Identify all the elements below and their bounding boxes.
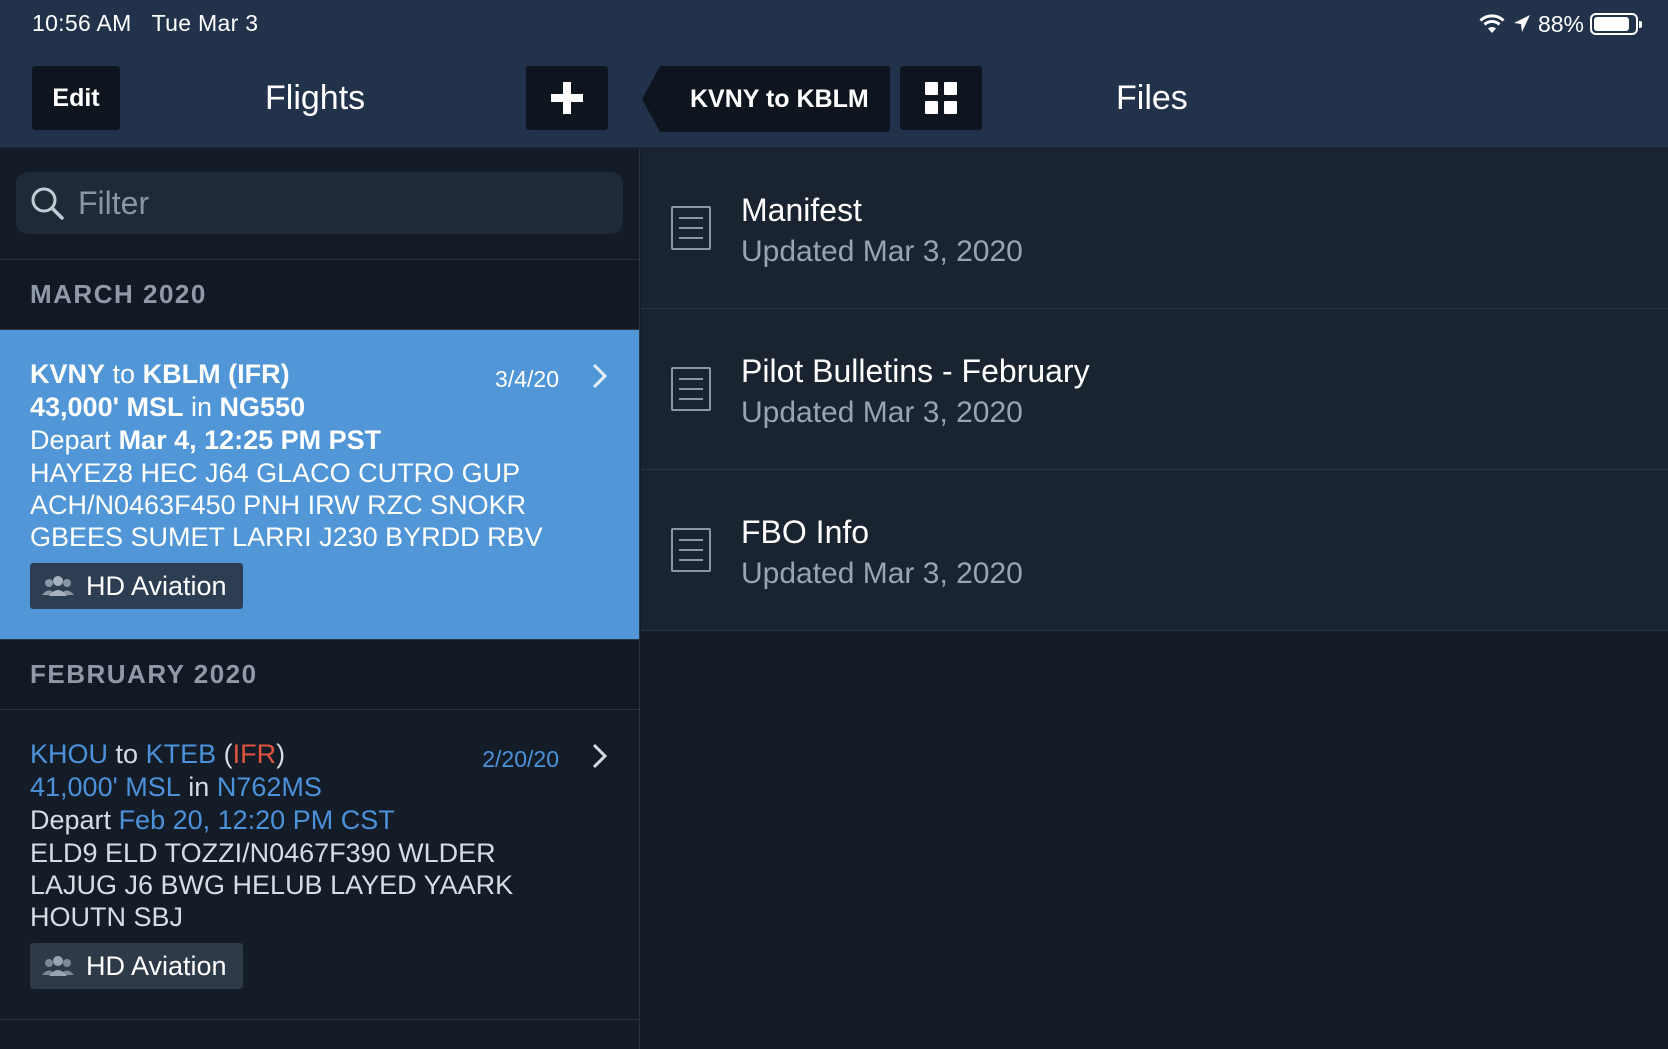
file-name: Pilot Bulletins - February — [741, 353, 1090, 389]
flight-row[interactable]: KVNY to KBLM (IFR) 3/4/20 43,000' MSL in… — [0, 330, 639, 640]
search-icon — [31, 187, 64, 220]
flight-altitude-aircraft: 41,000' MSL in N762MS — [30, 772, 322, 802]
file-updated: Updated Mar 3, 2020 — [741, 235, 1023, 268]
flight-route-string-line: ACH/N0463F450 PNH IRW RZC SNOKR — [30, 490, 527, 520]
back-to-flight-button[interactable]: KVNY to KBLM — [642, 66, 890, 132]
status-date: Tue Mar 3 — [151, 10, 259, 36]
filter-container — [0, 148, 639, 260]
document-icon — [671, 528, 711, 572]
flight-date: 3/4/20 — [495, 366, 559, 392]
file-name: FBO Info — [741, 514, 870, 550]
flight-route-string-line: LAJUG J6 BWG HELUB LAYED YAARK — [30, 870, 514, 900]
status-time: 10:56 AM — [32, 10, 132, 36]
plus-icon — [551, 82, 583, 114]
document-icon — [671, 206, 711, 250]
team-name: HD Aviation — [86, 570, 227, 601]
filter-input[interactable] — [78, 184, 578, 222]
chevron-right-icon — [592, 363, 608, 389]
files-pane: Manifest Updated Mar 3, 2020 Pilot Bulle… — [641, 148, 1668, 1049]
flights-title: Flights — [265, 79, 366, 117]
grid-view-button[interactable] — [900, 66, 982, 130]
flight-route-string-line: HOUTN SBJ — [30, 902, 184, 932]
status-time-date: 10:56 AM Tue Mar 3 — [32, 10, 258, 37]
flight-route-string-line: ELD9 ELD TOZZI/N0467F390 WLDER — [30, 838, 496, 868]
file-row[interactable]: FBO Info Updated Mar 3, 2020 — [641, 470, 1668, 631]
document-icon — [671, 367, 711, 411]
chevron-right-icon — [592, 743, 608, 769]
team-people-icon — [42, 576, 74, 596]
team-badge: HD Aviation — [30, 563, 243, 609]
flight-date: 2/20/20 — [482, 746, 559, 772]
flights-list-pane: MARCH 2020 KVNY to KBLM (IFR) 3/4/20 43,… — [0, 148, 640, 1049]
edit-button[interactable]: Edit — [32, 66, 120, 130]
files-title: Files — [1116, 79, 1188, 117]
filter-field[interactable] — [16, 172, 623, 234]
file-updated: Updated Mar 3, 2020 — [741, 396, 1023, 429]
battery-percent: 88% — [1537, 10, 1584, 37]
file-row[interactable]: Manifest Updated Mar 3, 2020 — [641, 148, 1668, 309]
team-people-icon — [42, 956, 74, 976]
navigation-bar: 10:56 AM Tue Mar 3 88% Edit Flights KVNY… — [0, 0, 1668, 148]
team-name: HD Aviation — [86, 950, 227, 981]
status-indicators: 88% — [1478, 10, 1642, 38]
back-button-label: KVNY to KBLM — [690, 84, 869, 113]
file-row[interactable]: Pilot Bulletins - February Updated Mar 3… — [641, 309, 1668, 470]
team-badge: HD Aviation — [30, 943, 243, 989]
wifi-icon — [1479, 14, 1505, 33]
flight-altitude-aircraft: 43,000' MSL in NG550 — [30, 392, 306, 422]
file-updated: Updated Mar 3, 2020 — [741, 557, 1023, 590]
section-header-february: FEBRUARY 2020 — [0, 640, 639, 710]
location-arrow-icon — [1513, 15, 1530, 32]
file-name: Manifest — [741, 192, 862, 228]
add-flight-button[interactable] — [526, 66, 608, 130]
flight-row[interactable]: KHOU to KTEB (IFR) 2/20/20 41,000' MSL i… — [0, 710, 639, 1020]
flight-departure: Depart Feb 20, 12:20 PM CST — [30, 805, 395, 835]
battery-icon — [1590, 13, 1642, 35]
flight-route-string-line: GBEES SUMET LARRI J230 BYRDD RBV — [30, 522, 543, 552]
flight-departure: Depart Mar 4, 12:25 PM PST — [30, 425, 382, 455]
flight-route-string-line: HAYEZ8 HEC J64 GLACO CUTRO GUP — [30, 458, 521, 488]
grid-icon — [925, 82, 957, 114]
section-header-march: MARCH 2020 — [0, 260, 639, 330]
